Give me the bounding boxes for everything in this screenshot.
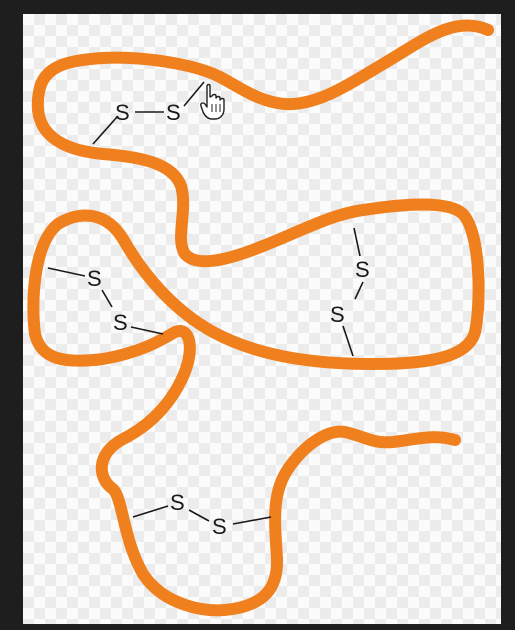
bond-line [130,326,164,335]
sulfur-atom: S [87,266,102,291]
disulfide-diagram: S S S S S S S S [27,19,494,617]
bond-line [188,509,210,522]
polypeptide-chain [27,19,494,617]
sulfur-atom: S [166,100,181,125]
sulfur-atom: S [115,100,130,125]
sulfur-atom: S [170,490,185,515]
bond-line [101,289,113,308]
sulfur-atom: S [330,302,345,327]
disulfide-bridge-4: S S [132,490,272,539]
viewer-frame: S S S S S S S S [0,0,515,630]
sulfur-atom: S [113,310,128,335]
disulfide-bridge-2: S S [330,227,370,357]
bond-line [132,505,169,518]
bond-line [92,116,118,145]
drawing-canvas[interactable]: S S S S S S S S [23,14,501,624]
sulfur-atom: S [355,257,370,282]
bond-line [183,81,205,107]
bond-line [47,267,86,277]
bond-line [354,281,364,300]
sulfur-atom: S [212,514,227,539]
bond-line [353,227,361,257]
bond-line [342,325,354,357]
hand-pointer-icon [200,83,225,120]
disulfide-bridge-1: S S [92,81,205,145]
bond-line [232,516,272,525]
